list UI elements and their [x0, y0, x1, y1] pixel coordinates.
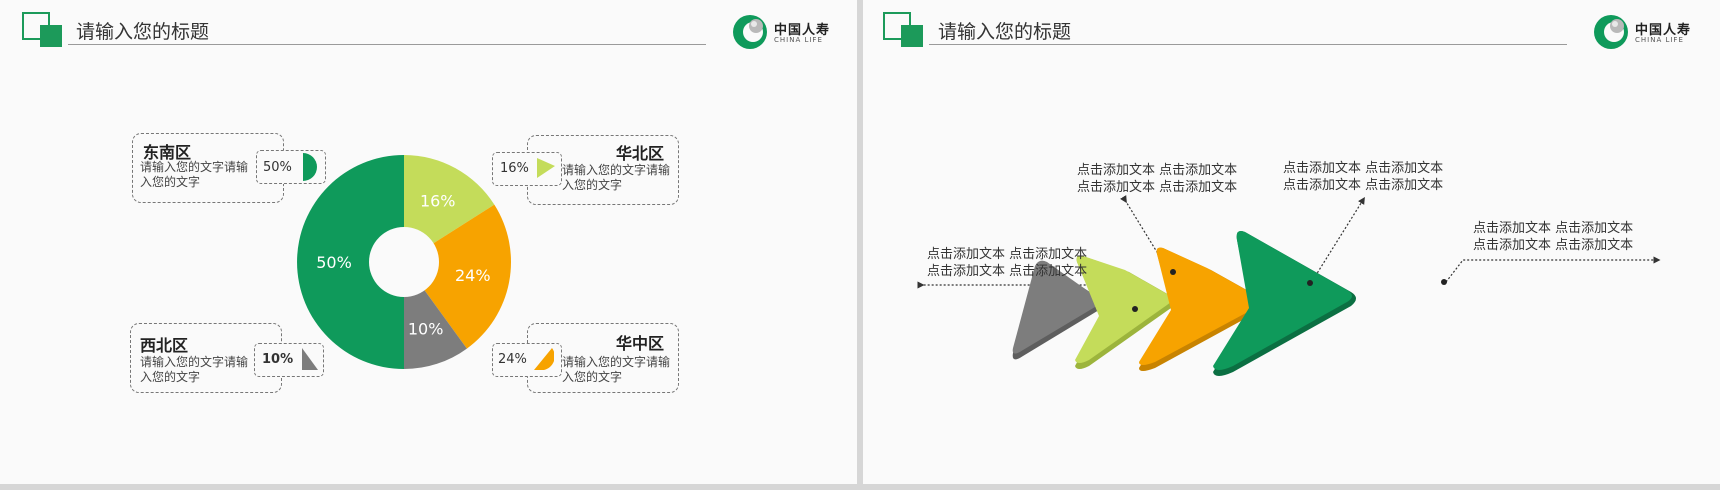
caption-1-line-1: 点击添加文本 点击添加文本	[927, 247, 1088, 262]
region-desc-north: 请输入您的文字请输入您的文字	[562, 163, 671, 192]
caption-2-line-1: 点击添加文本 点击添加文本	[1077, 163, 1238, 178]
slide-pie-chart: 请输入您的标题 中国人寿 CHINA LIFE 16% 24% 10% 50% 东南区…	[0, 0, 857, 484]
connector-dot-2	[1170, 269, 1176, 275]
caption-3-line-2: 点击添加文本 点击添加文本	[1283, 178, 1444, 193]
caption-1-line-2: 点击添加文本 点击添加文本	[927, 264, 1088, 279]
pie-slice-label-华北区: 16%	[420, 192, 456, 211]
pct-icon-central	[534, 348, 554, 370]
caption-3[interactable]: 点击添加文本 点击添加文本 点击添加文本 点击添加文本	[1283, 160, 1443, 194]
pie-slice-label-华中区: 24%	[455, 266, 491, 285]
region-name-north: 华北区	[616, 144, 665, 163]
pct-icon-southeast	[303, 153, 317, 181]
connector-line-4	[1445, 256, 1661, 283]
pie-slice-label-西北区: 10%	[408, 320, 444, 339]
pct-label-central: 24%	[498, 352, 527, 367]
connector-dot-1	[1132, 306, 1138, 312]
caption-2-line-2: 点击添加文本 点击添加文本	[1077, 180, 1238, 195]
pct-label-northwest: 10%	[262, 352, 294, 367]
donut-hole	[369, 227, 439, 297]
pct-label-southeast: 50%	[263, 160, 292, 175]
caption-1[interactable]: 点击添加文本 点击添加文本 点击添加文本 点击添加文本	[927, 246, 1087, 280]
connector-dot-3	[1307, 280, 1313, 286]
region-desc-central: 请输入您的文字请输入您的文字	[562, 355, 671, 384]
caption-4[interactable]: 点击添加文本 点击添加文本 点击添加文本 点击添加文本	[1473, 220, 1633, 254]
connector-line-3	[1310, 196, 1365, 284]
region-desc-southeast: 请输入您的文字请输入您的文字	[140, 160, 249, 189]
caption-2[interactable]: 点击添加文本 点击添加文本 点击添加文本 点击添加文本	[1077, 162, 1237, 196]
pct-label-north: 16%	[500, 161, 529, 176]
region-desc-northwest: 请输入您的文字请输入您的文字	[140, 355, 249, 384]
pct-icon-north	[537, 158, 555, 178]
caption-4-line-1: 点击添加文本 点击添加文本	[1473, 221, 1634, 236]
arrow-4-hole	[1419, 287, 1439, 299]
pct-icon-northwest	[302, 348, 318, 370]
donut-chart: 16% 24% 10% 50%	[297, 155, 511, 369]
region-name-northwest: 西北区	[140, 336, 189, 355]
pie-slice-label-东南区: 50%	[316, 253, 352, 272]
region-name-central: 华中区	[616, 334, 665, 353]
connector-dot-4	[1441, 279, 1447, 285]
slide-arrows: 请输入您的标题 中国人寿 CHINA LIFE 点击添加文本 点击添加文本 点击…	[863, 0, 1720, 484]
caption-4-line-2: 点击添加文本 点击添加文本	[1473, 238, 1634, 253]
caption-3-line-1: 点击添加文本 点击添加文本	[1283, 161, 1444, 176]
